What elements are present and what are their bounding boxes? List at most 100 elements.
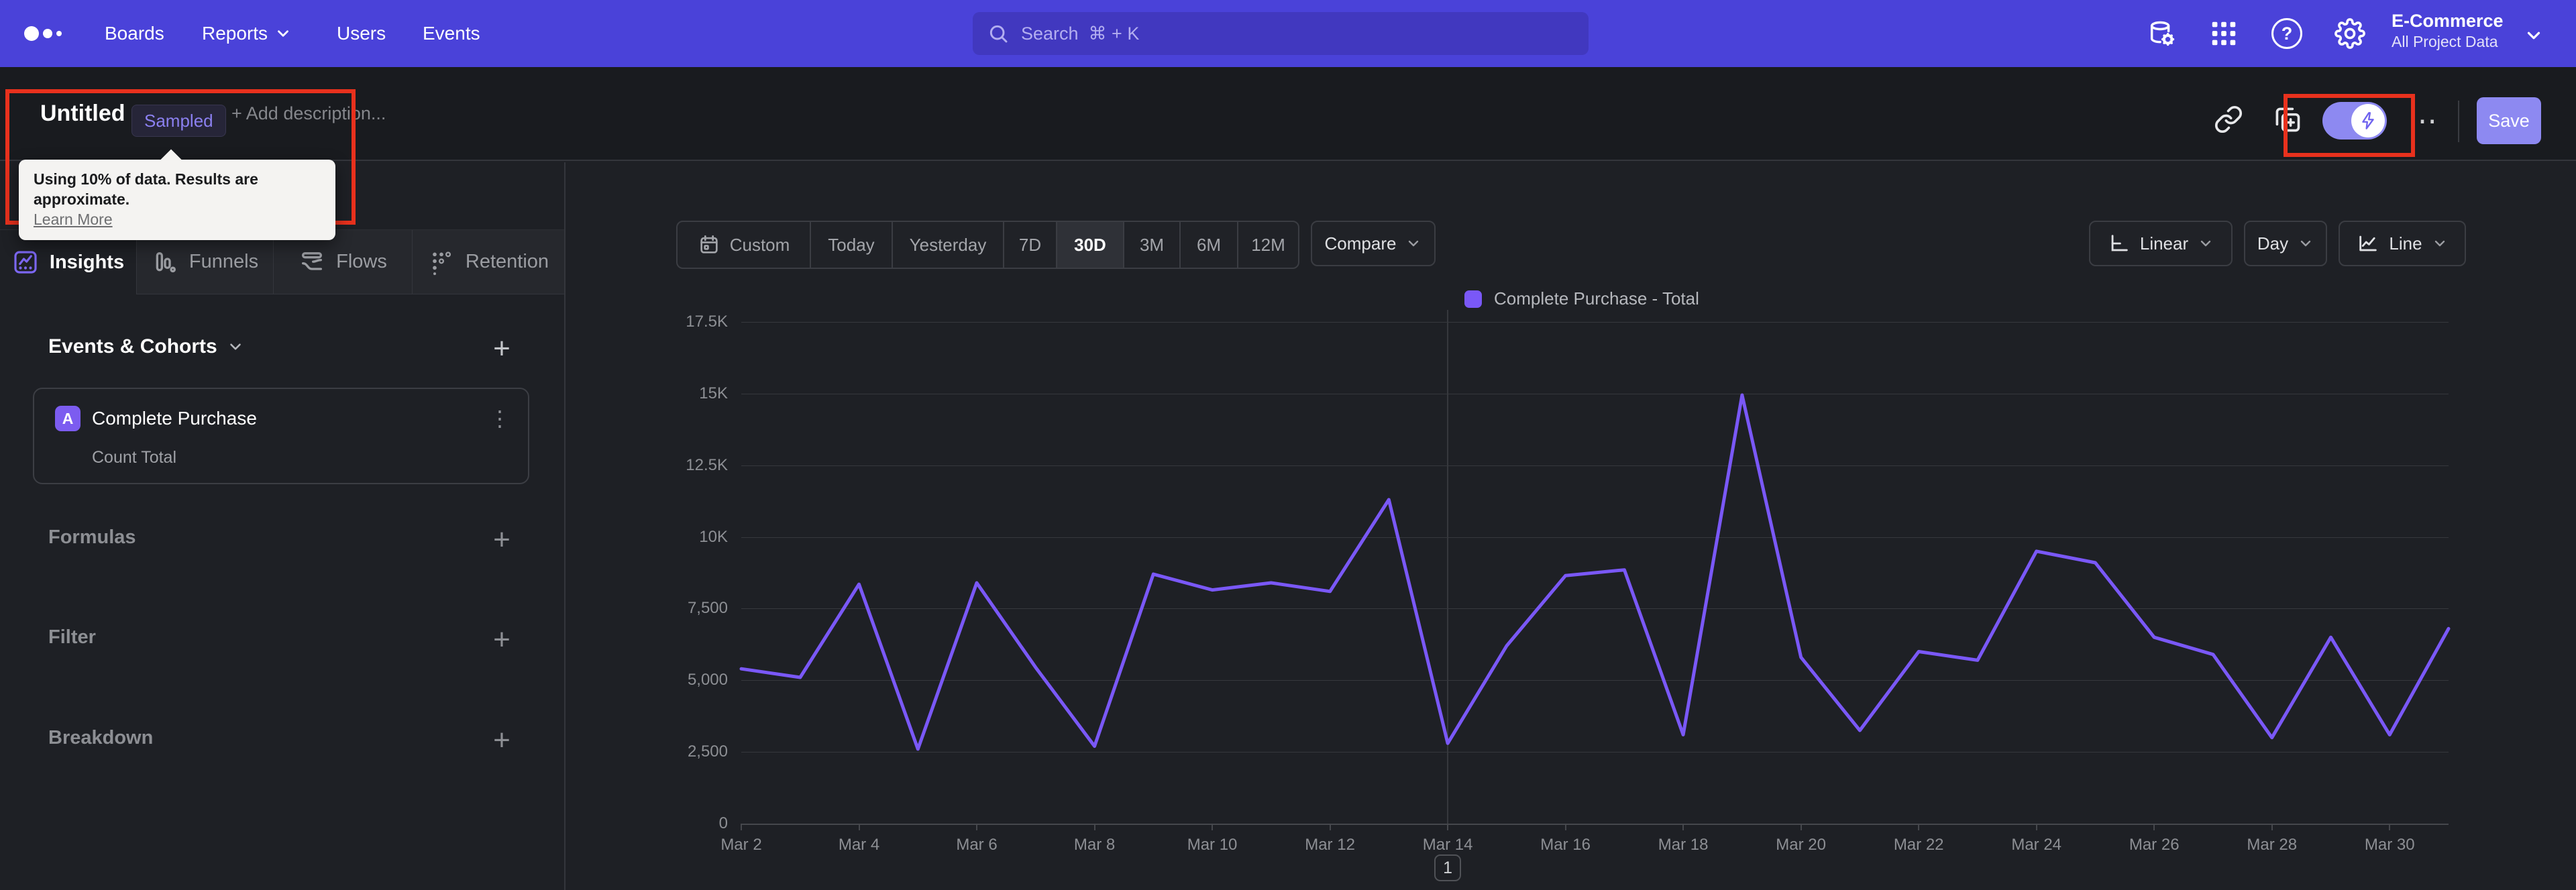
chevron-down-icon [278,30,288,37]
project-chevron-down-icon[interactable] [2524,25,2544,46]
tab-label: Retention [465,251,549,272]
insights-icon [14,251,37,274]
range-30d[interactable]: 30D [1056,222,1123,268]
project-switcher[interactable]: E-Commerce All Project Data [2392,9,2504,51]
page-indicator[interactable]: 1 [1434,854,1462,881]
range-custom[interactable]: Custom [678,222,810,268]
range-today[interactable]: Today [810,222,892,268]
x-axis-label: Mar 20 [1776,836,1826,854]
help-icon[interactable]: ? [2271,18,2302,49]
y-axis-label: 7,500 [687,599,728,618]
add-formula-button[interactable]: + [487,523,517,556]
gridline [741,465,2449,466]
segment-label: Custom [729,234,790,255]
events-cohorts-label: Events & Cohorts [48,335,217,357]
tab-label: Insights [49,251,125,273]
range-3m[interactable]: 3M [1123,222,1179,268]
add-breakdown-button[interactable]: + [487,724,517,757]
compare-button[interactable]: Compare [1311,221,1436,266]
segment-label: Yesterday [909,234,987,255]
copy-link-icon[interactable] [2214,105,2243,134]
report-title[interactable]: Untitled [40,101,125,127]
search-input-wrapper[interactable] [973,12,1589,55]
sampling-toggle[interactable] [2322,102,2387,140]
sampled-badge[interactable]: Sampled [131,105,226,137]
nav-item-label: Events [423,23,480,44]
nav-item-users[interactable]: Users [337,0,386,67]
apps-grid-icon[interactable] [2208,18,2239,49]
project-scope: All Project Data [2392,33,2498,50]
plus-glyph: + [493,523,511,556]
interval-dropdown[interactable]: Day [2244,221,2327,266]
y-axis-label: 17.5K [686,313,728,331]
tooltip-message: Using 10% of data. Results are approxima… [34,170,258,208]
nav-item-label: Reports [202,23,268,44]
event-metric[interactable]: Count Total [92,448,176,467]
x-axis-tick [1682,824,1684,830]
save-as-copy-icon[interactable] [2273,105,2302,134]
y-axis-label: 5,000 [687,671,728,689]
flows-icon [302,252,323,270]
nav-item-reports[interactable]: Reports [202,0,292,67]
gridline [741,680,2449,681]
events-cohorts-header[interactable]: Events & Cohorts [48,335,244,358]
overflow-menu-button[interactable]: ⋯ [2403,102,2443,140]
segment-label: 3M [1139,234,1165,255]
y-axis-label: 0 [718,814,728,832]
toggle-knob [2351,104,2385,137]
range-12m[interactable]: 12M [1237,222,1298,268]
x-axis-label: Mar 30 [2364,836,2415,854]
gridline [741,752,2449,753]
legend[interactable]: Complete Purchase - Total [1464,288,1699,309]
range-yesterday[interactable]: Yesterday [892,222,1003,268]
add-description-button[interactable]: + Add description... [231,103,386,124]
data-management-icon[interactable] [2147,18,2178,49]
x-axis-tick [1093,824,1095,830]
x-axis-label: Mar 16 [1540,836,1591,854]
x-axis-tick [976,824,978,830]
x-axis-tick [1800,824,1802,830]
linear-axis-icon [2111,235,2128,252]
scale-dropdown[interactable]: Linear [2089,221,2233,266]
collapse-chevron-icon [229,343,241,350]
add-event-button[interactable]: + [487,332,517,365]
x-axis-tick [858,824,860,830]
segment-label: 6M [1196,234,1222,255]
kebab-glyph: ⋮ [489,406,511,431]
app-window: Boards Reports Users Events ? [0,0,2576,890]
plus-glyph: + [493,332,511,365]
legend-label: Complete Purchase - Total [1494,288,1699,309]
segment-label: 30D [1074,234,1106,255]
range-6m[interactable]: 6M [1179,222,1237,268]
search-input[interactable] [1020,22,1574,45]
learn-more-link[interactable]: Learn More [34,211,113,228]
nav-item-boards[interactable]: Boards [105,0,164,67]
segment-label: Today [828,234,875,255]
add-filter-button[interactable]: + [487,623,517,656]
event-menu-button[interactable]: ⋮ [489,405,511,432]
x-axis-label: Mar 6 [956,836,998,854]
nav-item-label: Users [337,23,386,44]
x-axis-tick [1329,824,1331,830]
chart-type-dropdown[interactable]: Line [2339,221,2466,266]
event-card[interactable]: A Complete Purchase Count Total ⋮ [33,388,529,484]
segment-label: 7D [1018,234,1042,255]
retention-icon [433,251,451,275]
gridline [741,824,2449,825]
x-axis-label: Mar 26 [2129,836,2180,854]
range-7d[interactable]: 7D [1003,222,1056,268]
tab-retention[interactable]: Retention [412,230,564,294]
interval-label: Day [2257,233,2289,254]
compare-label: Compare [1324,233,1397,254]
nav-item-events[interactable]: Events [423,0,480,67]
tab-label: Flows [336,251,387,272]
event-name: Complete Purchase [92,408,257,429]
legend-swatch [1464,290,1482,308]
nav-item-label: Boards [105,23,164,44]
lightning-bolt-icon [2362,112,2374,129]
save-button[interactable]: Save [2477,97,2541,144]
y-axis-label: 2,500 [687,742,728,761]
date-range-control: Custom Today Yesterday 7D 30D 3M 6M 12M [676,221,1299,269]
x-axis-tick [2035,824,2037,830]
settings-gear-icon[interactable] [2334,18,2365,49]
